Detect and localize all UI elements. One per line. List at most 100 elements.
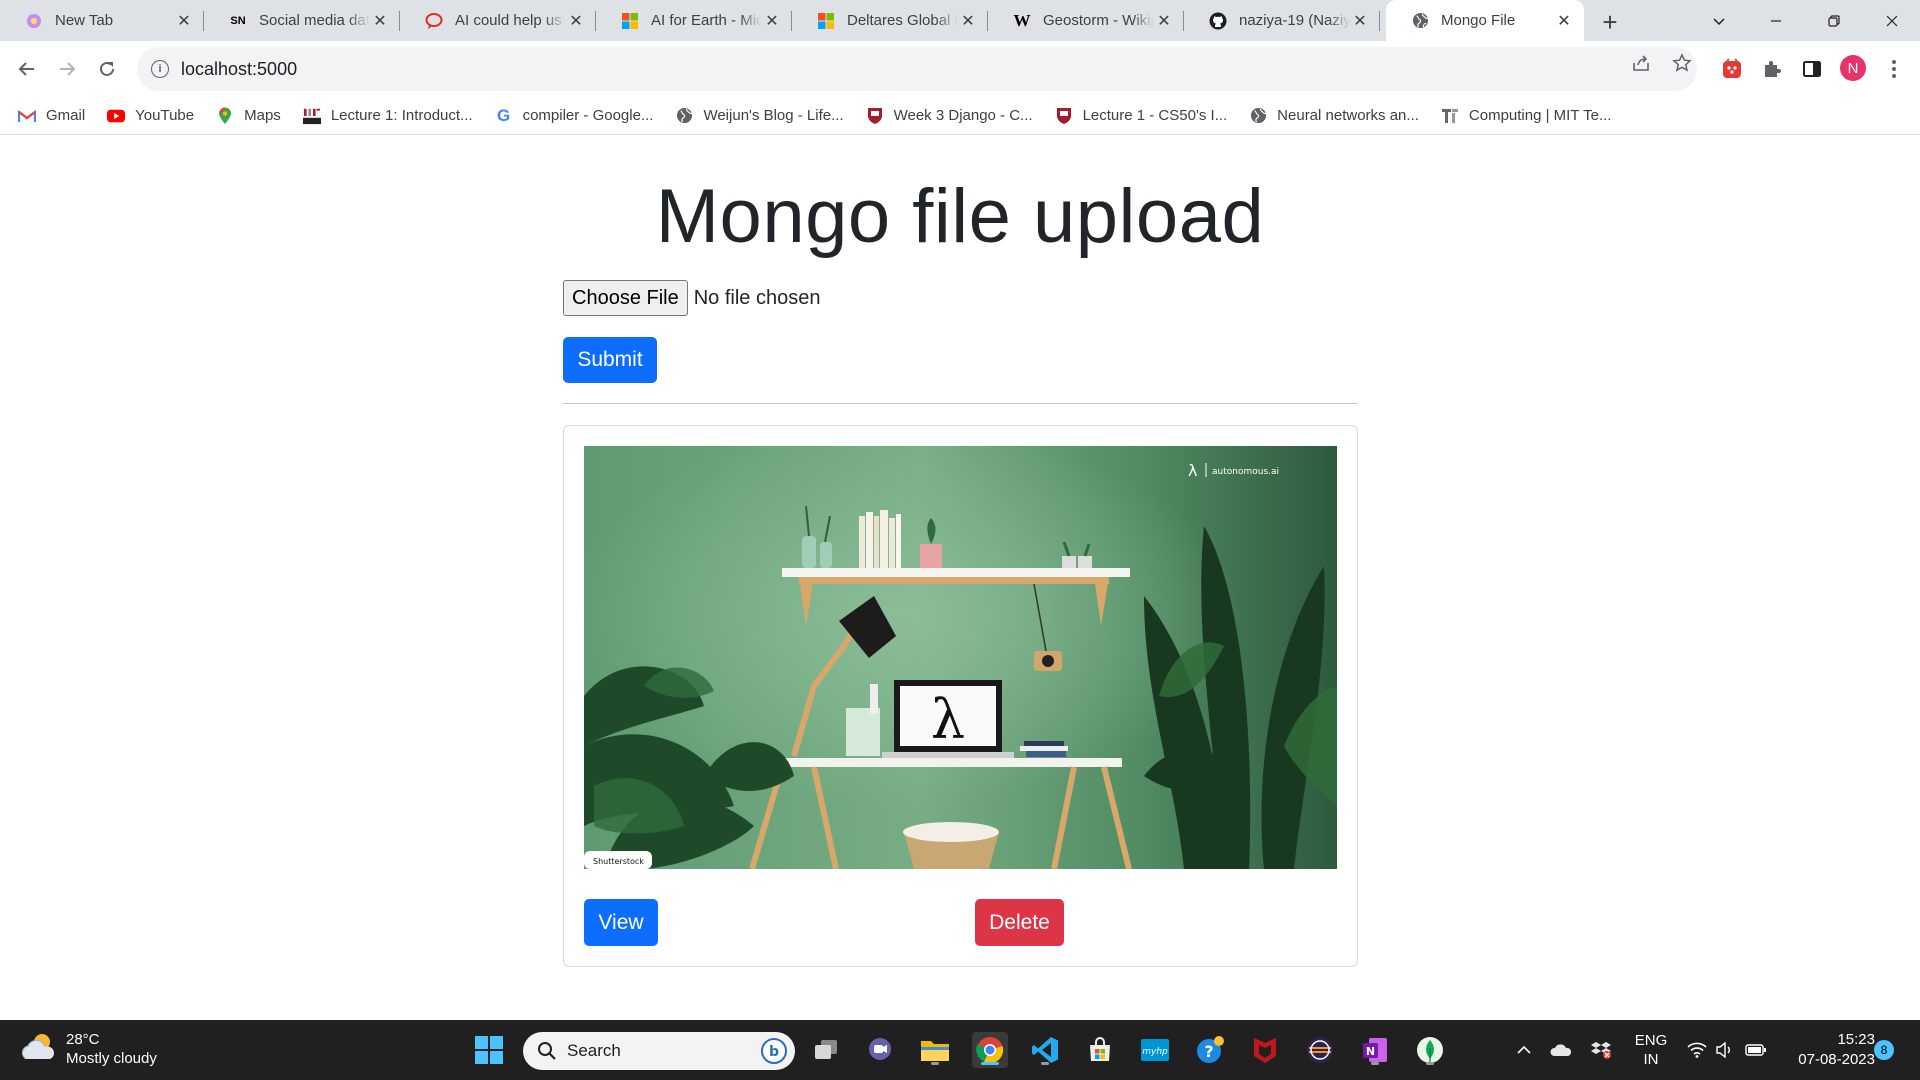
github-icon [1209, 12, 1227, 30]
chrome-icon[interactable] [972, 1032, 1008, 1068]
windows-taskbar: 28°C Mostly cloudy Search b myhp ? N ENG… [0, 1020, 1920, 1080]
language-indicator[interactable]: ENG IN [1630, 1020, 1672, 1080]
bookmark-week3-django[interactable]: Week 3 Django - C... [866, 107, 1033, 125]
vscode-icon[interactable] [1027, 1032, 1063, 1068]
close-window-icon[interactable] [1864, 0, 1920, 41]
minimize-icon[interactable] [1748, 0, 1804, 41]
eclipse-icon[interactable] [1302, 1032, 1338, 1068]
uploaded-image[interactable]: λ λ autonomous.ai Shutterstock [584, 446, 1337, 869]
chat-icon [425, 12, 443, 30]
choose-file-button[interactable]: Choose File [563, 280, 688, 316]
bookmark-lecture1-cs50[interactable]: Lecture 1 - CS50's I... [1055, 107, 1227, 125]
bookmark-star-icon[interactable] [1671, 52, 1693, 74]
submit-button[interactable]: Submit [563, 337, 657, 383]
file-input[interactable]: Choose File No file chosen [563, 280, 820, 316]
file-card: λ λ autonomous.ai Shutterstock View Dele… [563, 425, 1358, 967]
volume-icon[interactable] [1712, 1020, 1738, 1080]
microsoft-store-icon[interactable] [1082, 1032, 1118, 1068]
weather-condition: Mostly cloudy [66, 1050, 157, 1067]
system-clock[interactable]: 15:23 07-08-2023 [1785, 1030, 1875, 1070]
taskbar-search[interactable]: Search b [523, 1032, 795, 1070]
side-panel-icon[interactable] [1798, 55, 1826, 83]
weather-widget[interactable]: 28°C Mostly cloudy [20, 1030, 157, 1068]
svg-text:Shutterstock: Shutterstock [593, 857, 644, 866]
tab-social-media[interactable]: SN Social media data ✕ [204, 0, 400, 41]
svg-text:N: N [1366, 1045, 1375, 1058]
start-button[interactable] [471, 1032, 507, 1068]
tab-ai-could-help[interactable]: AI could help us r ✕ [400, 0, 596, 41]
page-title: Mongo file upload [655, 174, 1265, 259]
view-button[interactable]: View [584, 899, 658, 946]
globe-icon [1249, 107, 1267, 125]
help-icon[interactable]: ? [1192, 1032, 1228, 1068]
extension-red-icon[interactable] [1718, 55, 1746, 83]
close-tab-icon[interactable]: ✕ [1554, 11, 1574, 31]
browser-toolbar: i localhost:5000 N [0, 41, 1920, 97]
bookmark-weijun-blog[interactable]: Weijun's Blog - Life... [675, 107, 844, 125]
address-bar[interactable]: i localhost:5000 [137, 47, 1697, 91]
mcafee-icon[interactable] [1247, 1032, 1283, 1068]
show-hidden-icons[interactable] [1512, 1020, 1536, 1080]
maps-icon [216, 107, 234, 125]
close-tab-icon[interactable]: ✕ [174, 11, 194, 31]
tab-ai-for-earth[interactable]: AI for Earth - Micr ✕ [596, 0, 792, 41]
url-text[interactable]: localhost:5000 [181, 59, 297, 80]
tab-new-tab[interactable]: New Tab ✕ [0, 0, 204, 41]
profile-avatar[interactable]: N [1840, 55, 1866, 81]
bookmark-computing-mit-tr[interactable]: Computing | MIT Te... [1441, 107, 1611, 125]
bookmark-maps[interactable]: Maps [216, 107, 281, 125]
svg-text:myhp: myhp [1142, 1047, 1168, 1057]
microsoft-icon [621, 12, 639, 30]
notification-badge[interactable]: 8 [1874, 1040, 1894, 1060]
dropbox-sync-icon[interactable] [1589, 1020, 1613, 1080]
myhp-icon[interactable]: myhp [1137, 1032, 1173, 1068]
clock-time: 15:23 [1837, 1031, 1875, 1048]
close-tab-icon[interactable]: ✕ [958, 11, 978, 31]
new-tab-icon [25, 12, 43, 30]
file-explorer-icon[interactable] [917, 1032, 953, 1068]
battery-icon[interactable] [1742, 1020, 1770, 1080]
mit-icon [302, 106, 321, 125]
bookmark-compiler-google[interactable]: G compiler - Google... [495, 105, 654, 125]
new-tab-button[interactable]: + [1596, 7, 1624, 37]
bookmark-youtube[interactable]: YouTube [107, 107, 194, 125]
share-icon[interactable] [1630, 52, 1652, 74]
close-tab-icon[interactable]: ✕ [1154, 11, 1174, 31]
teams-chat-icon[interactable] [862, 1032, 898, 1068]
temperature: 28°C [66, 1031, 100, 1048]
svg-text:b: b [769, 1044, 779, 1060]
onenote-icon[interactable]: N [1357, 1032, 1393, 1068]
wifi-icon[interactable] [1684, 1020, 1710, 1080]
bookmark-lecture-1-intro[interactable]: Lecture 1: Introduct... [302, 106, 473, 125]
task-view-icon[interactable] [808, 1032, 844, 1068]
delete-button[interactable]: Delete [975, 899, 1064, 946]
close-tab-icon[interactable]: ✕ [1350, 11, 1370, 31]
globe-icon [675, 107, 693, 125]
bing-icon[interactable]: b [761, 1038, 787, 1064]
google-icon: G [496, 105, 511, 125]
close-tab-icon[interactable]: ✕ [566, 11, 586, 31]
reload-button[interactable] [91, 53, 123, 85]
search-icon [537, 1041, 557, 1061]
restore-icon[interactable] [1806, 0, 1862, 41]
tab-deltares[interactable]: Deltares Global Fl ✕ [792, 0, 988, 41]
extensions-puzzle-icon[interactable] [1758, 55, 1786, 83]
mongodb-compass-icon[interactable] [1412, 1032, 1448, 1068]
tab-github[interactable]: naziya-19 (Naziya ✕ [1184, 0, 1380, 41]
tab-geostorm[interactable]: W Geostorm - Wikip ✕ [988, 0, 1184, 41]
forward-button[interactable] [51, 53, 83, 85]
onedrive-icon[interactable] [1547, 1020, 1575, 1080]
back-button[interactable] [11, 53, 43, 85]
tab-mongo-file[interactable]: Mongo File ✕ [1386, 0, 1584, 41]
close-tab-icon[interactable]: ✕ [762, 11, 782, 31]
tab-search-icon[interactable] [1691, 0, 1747, 41]
tab-strip: New Tab ✕ SN Social media data ✕ AI coul… [0, 0, 1920, 41]
svg-text:?: ? [1204, 1042, 1213, 1061]
youtube-icon [107, 107, 126, 125]
site-info-icon[interactable]: i [151, 60, 169, 78]
close-tab-icon[interactable]: ✕ [370, 11, 390, 31]
harvard-icon [866, 107, 884, 125]
bookmark-gmail[interactable]: Gmail [18, 107, 85, 125]
menu-kebab-icon[interactable] [1880, 55, 1908, 83]
bookmark-neural-networks[interactable]: Neural networks an... [1249, 107, 1419, 125]
